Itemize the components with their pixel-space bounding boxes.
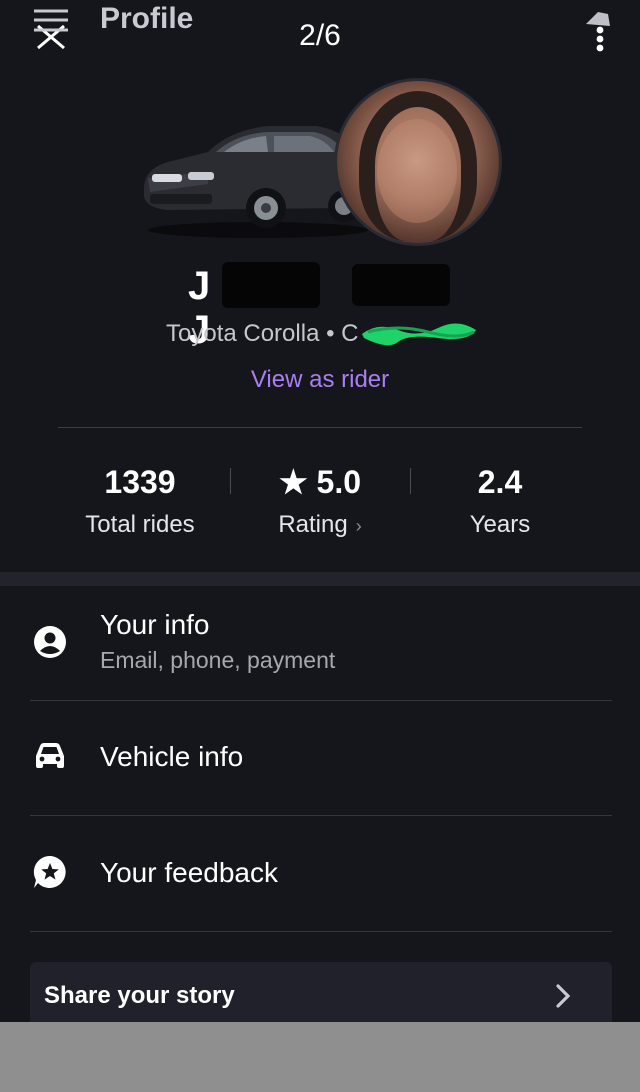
stat-label: Rating › xyxy=(230,508,410,543)
more-vertical-icon[interactable] xyxy=(580,6,616,52)
avatar[interactable] xyxy=(334,78,502,246)
redaction-block xyxy=(352,264,450,306)
car-icon xyxy=(36,743,64,768)
menu-item-title: Vehicle info xyxy=(100,741,244,772)
divider xyxy=(30,700,612,701)
page-counter: 2/6 xyxy=(299,19,341,52)
section-separator xyxy=(0,572,640,586)
vehicle-subtitle: Toyota Corolla • C xyxy=(166,320,359,347)
redaction-block xyxy=(222,262,320,308)
bottom-overlay-bar xyxy=(0,1022,640,1092)
story-label: Share your story xyxy=(44,982,235,1009)
menu-item-subtitle: Email, phone, payment xyxy=(100,647,336,673)
chevron-right-icon xyxy=(556,984,571,1008)
car-image xyxy=(144,126,368,238)
menu-item-your-feedback[interactable]: Your feedback xyxy=(0,832,640,916)
stat-label: Total rides xyxy=(85,511,195,538)
menu-item-your-info[interactable]: Your info Email, phone, payment xyxy=(0,600,640,700)
stat-value: ★ 5.0 xyxy=(278,464,362,500)
driver-name: J J xyxy=(0,262,640,352)
plate-scribble xyxy=(362,323,476,346)
divider xyxy=(30,931,612,932)
stat-total-rides: 1339 Total rides xyxy=(50,462,230,542)
feedback-star-icon xyxy=(33,855,66,888)
stat-value: 1339 xyxy=(104,464,176,500)
menu-item-vehicle-info[interactable]: Vehicle info xyxy=(0,716,640,800)
chevron-right-icon: › xyxy=(355,516,362,536)
view-as-rider-link[interactable]: View as rider xyxy=(0,364,640,396)
menu-item-title: Your feedback xyxy=(100,857,278,888)
stat-label: Years xyxy=(469,511,531,538)
stat-years: 2.4 Years xyxy=(410,462,590,542)
profile-screen: Profile 2/6 J J Toyota Co xyxy=(0,0,640,1092)
divider xyxy=(58,427,582,428)
top-bar: Profile 2/6 xyxy=(0,0,640,70)
person-circle-icon xyxy=(34,626,66,658)
stat-value: 2.4 xyxy=(477,464,523,500)
stat-rating[interactable]: ★ 5.0 Rating › xyxy=(230,462,410,543)
menu-item-title: Your info xyxy=(100,609,210,640)
stat-label-text: Rating xyxy=(278,511,348,538)
avatar-face xyxy=(377,119,457,223)
divider xyxy=(30,815,612,816)
